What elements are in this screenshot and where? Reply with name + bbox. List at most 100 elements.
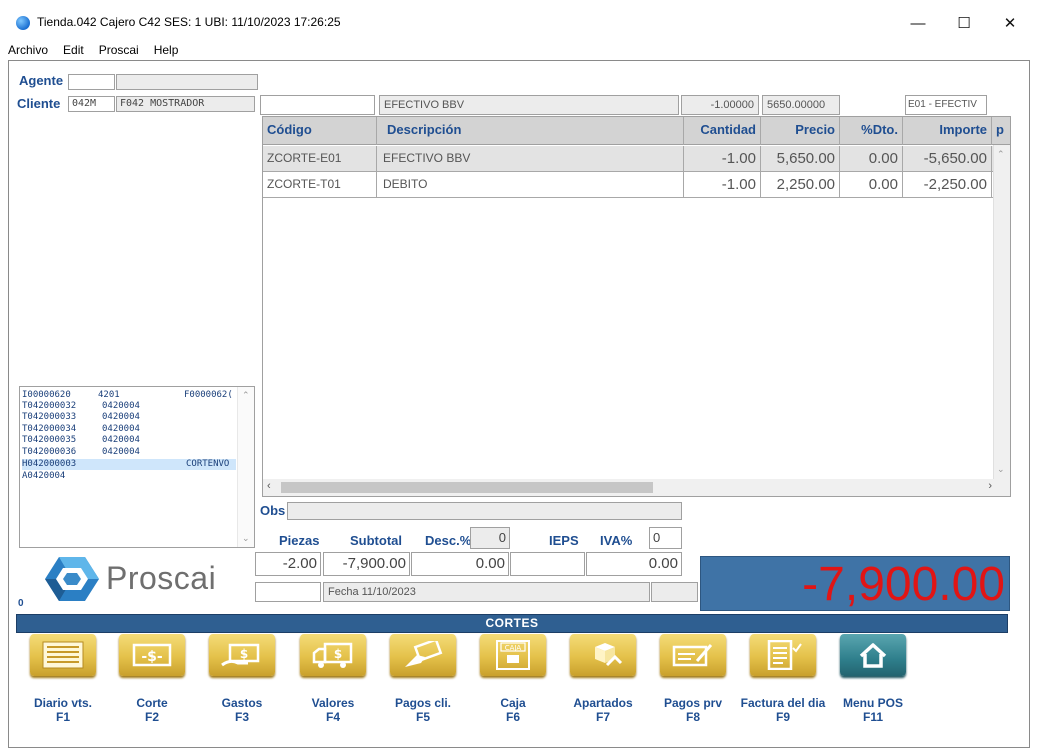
button-label: Pagos prv F8	[663, 696, 723, 724]
menu-edit[interactable]: Edit	[55, 40, 91, 60]
close-button[interactable]: ✕	[987, 8, 1033, 38]
scroll-down-icon[interactable]: ⌄	[997, 464, 1005, 475]
list-item[interactable]: I00000620 4201 F0000062(	[22, 390, 236, 401]
app-globe-icon	[16, 16, 30, 30]
scroll-right-icon[interactable]: ›	[988, 480, 992, 492]
list-item[interactable]: T042000034 0420004	[22, 424, 236, 435]
list-item-selected[interactable]: H042000003 CORTENVO	[22, 459, 236, 470]
cell-importe: -2,250.00	[903, 172, 992, 198]
aux-field-2	[651, 582, 698, 602]
cell-descripcion: DEBITO	[377, 172, 684, 198]
pagos-cli-button[interactable]: Pagos cli. F5	[378, 634, 468, 746]
agente-label: Agente	[19, 73, 64, 88]
section-title-bar: CORTES	[16, 614, 1008, 633]
cantidad-field[interactable]: -1.00000	[681, 95, 759, 115]
grid-horizontal-scrollbar[interactable]: ‹ ›	[263, 479, 1010, 496]
ieps-label: IEPS	[549, 533, 579, 548]
apartados-button[interactable]: Apartados F7	[558, 634, 648, 746]
iva-pct-label: IVA%	[600, 533, 633, 548]
col-codigo[interactable]: Código	[263, 117, 377, 145]
grand-total-display: -7,900.00	[700, 556, 1010, 611]
menu-proscai[interactable]: Proscai	[91, 40, 146, 60]
cell-dto: 0.00	[840, 146, 903, 172]
scroll-down-icon[interactable]: ⌄	[242, 533, 250, 544]
item-code-input[interactable]	[260, 95, 375, 115]
menu-help[interactable]: Help	[146, 40, 186, 60]
menu-archivo[interactable]: Archivo	[0, 40, 55, 60]
svg-text:CAJA: CAJA	[505, 644, 522, 652]
button-label: Valores F4	[311, 696, 355, 724]
iva-pct-field[interactable]: 0	[649, 527, 682, 549]
menu-bar: Archivo Edit Proscai Help	[0, 40, 1043, 60]
button-label: Menu POS F11	[842, 696, 903, 724]
factura-del-dia-button[interactable]: Factura del dia F9	[738, 634, 828, 746]
piezas-value: -2.00	[255, 552, 321, 576]
desc-pct-label: Desc.%	[425, 533, 472, 548]
col-cantidad[interactable]: Cantidad	[684, 117, 761, 145]
journal-icon	[30, 634, 96, 676]
grid-header: Código Descripción Cantidad Precio %Dto.…	[263, 117, 1010, 145]
diario-vts-button[interactable]: Diario vts. F1	[18, 634, 108, 746]
scroll-up-icon[interactable]: ⌃	[242, 390, 250, 401]
caja-button[interactable]: CAJA Caja F6	[468, 634, 558, 746]
obs-field[interactable]	[287, 502, 682, 520]
desc-pct-field[interactable]: 0	[470, 527, 510, 549]
obs-label: Obs	[260, 503, 286, 518]
list-item[interactable]: T042000036 0420004	[22, 447, 236, 458]
cell-dto: 0.00	[840, 172, 903, 198]
list-vertical-scrollbar[interactable]: ⌃ ⌄	[237, 387, 254, 547]
cliente-code-field[interactable]: 042M	[68, 96, 115, 112]
precio-field[interactable]: 5650.00000	[762, 95, 840, 115]
cell-precio: 5,650.00	[761, 146, 840, 172]
piezas-label: Piezas	[279, 533, 320, 548]
cell-precio: 2,250.00	[761, 172, 840, 198]
aux-field[interactable]	[255, 582, 321, 602]
logo-text: Proscai	[106, 560, 217, 596]
valores-button[interactable]: $ Valores F4	[288, 634, 378, 746]
agente-name-field	[116, 74, 258, 90]
left-counter: 0	[18, 598, 24, 609]
col-descripcion[interactable]: Descripción	[377, 117, 684, 145]
scroll-left-icon[interactable]: ‹	[267, 480, 271, 492]
col-p[interactable]: p	[992, 117, 1010, 145]
button-label: Pagos cli. F5	[394, 696, 452, 724]
list-item[interactable]: A0420004	[22, 471, 236, 482]
list-item[interactable]: T042000035 0420004	[22, 435, 236, 446]
list-item[interactable]: T042000032 0420004	[22, 401, 236, 412]
cashbox-icon: CAJA	[480, 634, 546, 676]
ieps-value	[510, 552, 585, 576]
window-title: Tienda.042 Cajero C42 SES: 1 UBI: 11/10/…	[37, 15, 341, 29]
agente-code-field[interactable]	[68, 74, 115, 90]
horizontal-scroll-thumb[interactable]	[281, 482, 653, 493]
cell-cantidad: -1.00	[684, 146, 761, 172]
pagos-prv-button[interactable]: Pagos prv F8	[648, 634, 738, 746]
payment-icon	[390, 634, 456, 676]
cliente-name-field: F042 MOSTRADOR	[116, 96, 255, 112]
subtotal-label: Subtotal	[350, 533, 402, 548]
fecha-field: Fecha 11/10/2023	[323, 582, 650, 602]
scroll-up-icon[interactable]: ⌃	[997, 149, 1005, 160]
grid-vertical-scrollbar[interactable]: ⌃ ⌄	[993, 145, 1010, 479]
svg-text:$: $	[240, 647, 248, 661]
menu-pos-button[interactable]: Menu POS F11	[828, 634, 918, 746]
maximize-button[interactable]: ☐	[941, 8, 987, 38]
cell-cantidad: -1.00	[684, 172, 761, 198]
button-label: Apartados F7	[573, 696, 633, 724]
col-precio[interactable]: Precio	[761, 117, 840, 145]
table-row[interactable]: ZCORTE-E01 EFECTIVO BBV -1.00 5,650.00 0…	[263, 146, 995, 172]
proscai-logo-icon	[43, 555, 101, 603]
descuento-value: 0.00	[411, 552, 509, 576]
check-sign-icon	[660, 634, 726, 676]
minimize-button[interactable]: —	[895, 8, 941, 38]
col-importe[interactable]: Importe	[903, 117, 992, 145]
corte-button[interactable]: -$- Corte F2	[107, 634, 197, 746]
button-label: Factura del dia F9	[740, 696, 826, 724]
cell-codigo: ZCORTE-T01	[263, 172, 377, 198]
document-list[interactable]: I00000620 4201 F0000062( T042000032 0420…	[19, 386, 255, 548]
account-field[interactable]: E01 - EFECTIV	[905, 95, 987, 115]
col-dto[interactable]: %Dto.	[840, 117, 903, 145]
list-item[interactable]: T042000033 0420004	[22, 412, 236, 423]
gastos-button[interactable]: $ Gastos F3	[197, 634, 287, 746]
table-row[interactable]: ZCORTE-T01 DEBITO -1.00 2,250.00 0.00 -2…	[263, 172, 995, 198]
cell-descripcion: EFECTIVO BBV	[377, 146, 684, 172]
